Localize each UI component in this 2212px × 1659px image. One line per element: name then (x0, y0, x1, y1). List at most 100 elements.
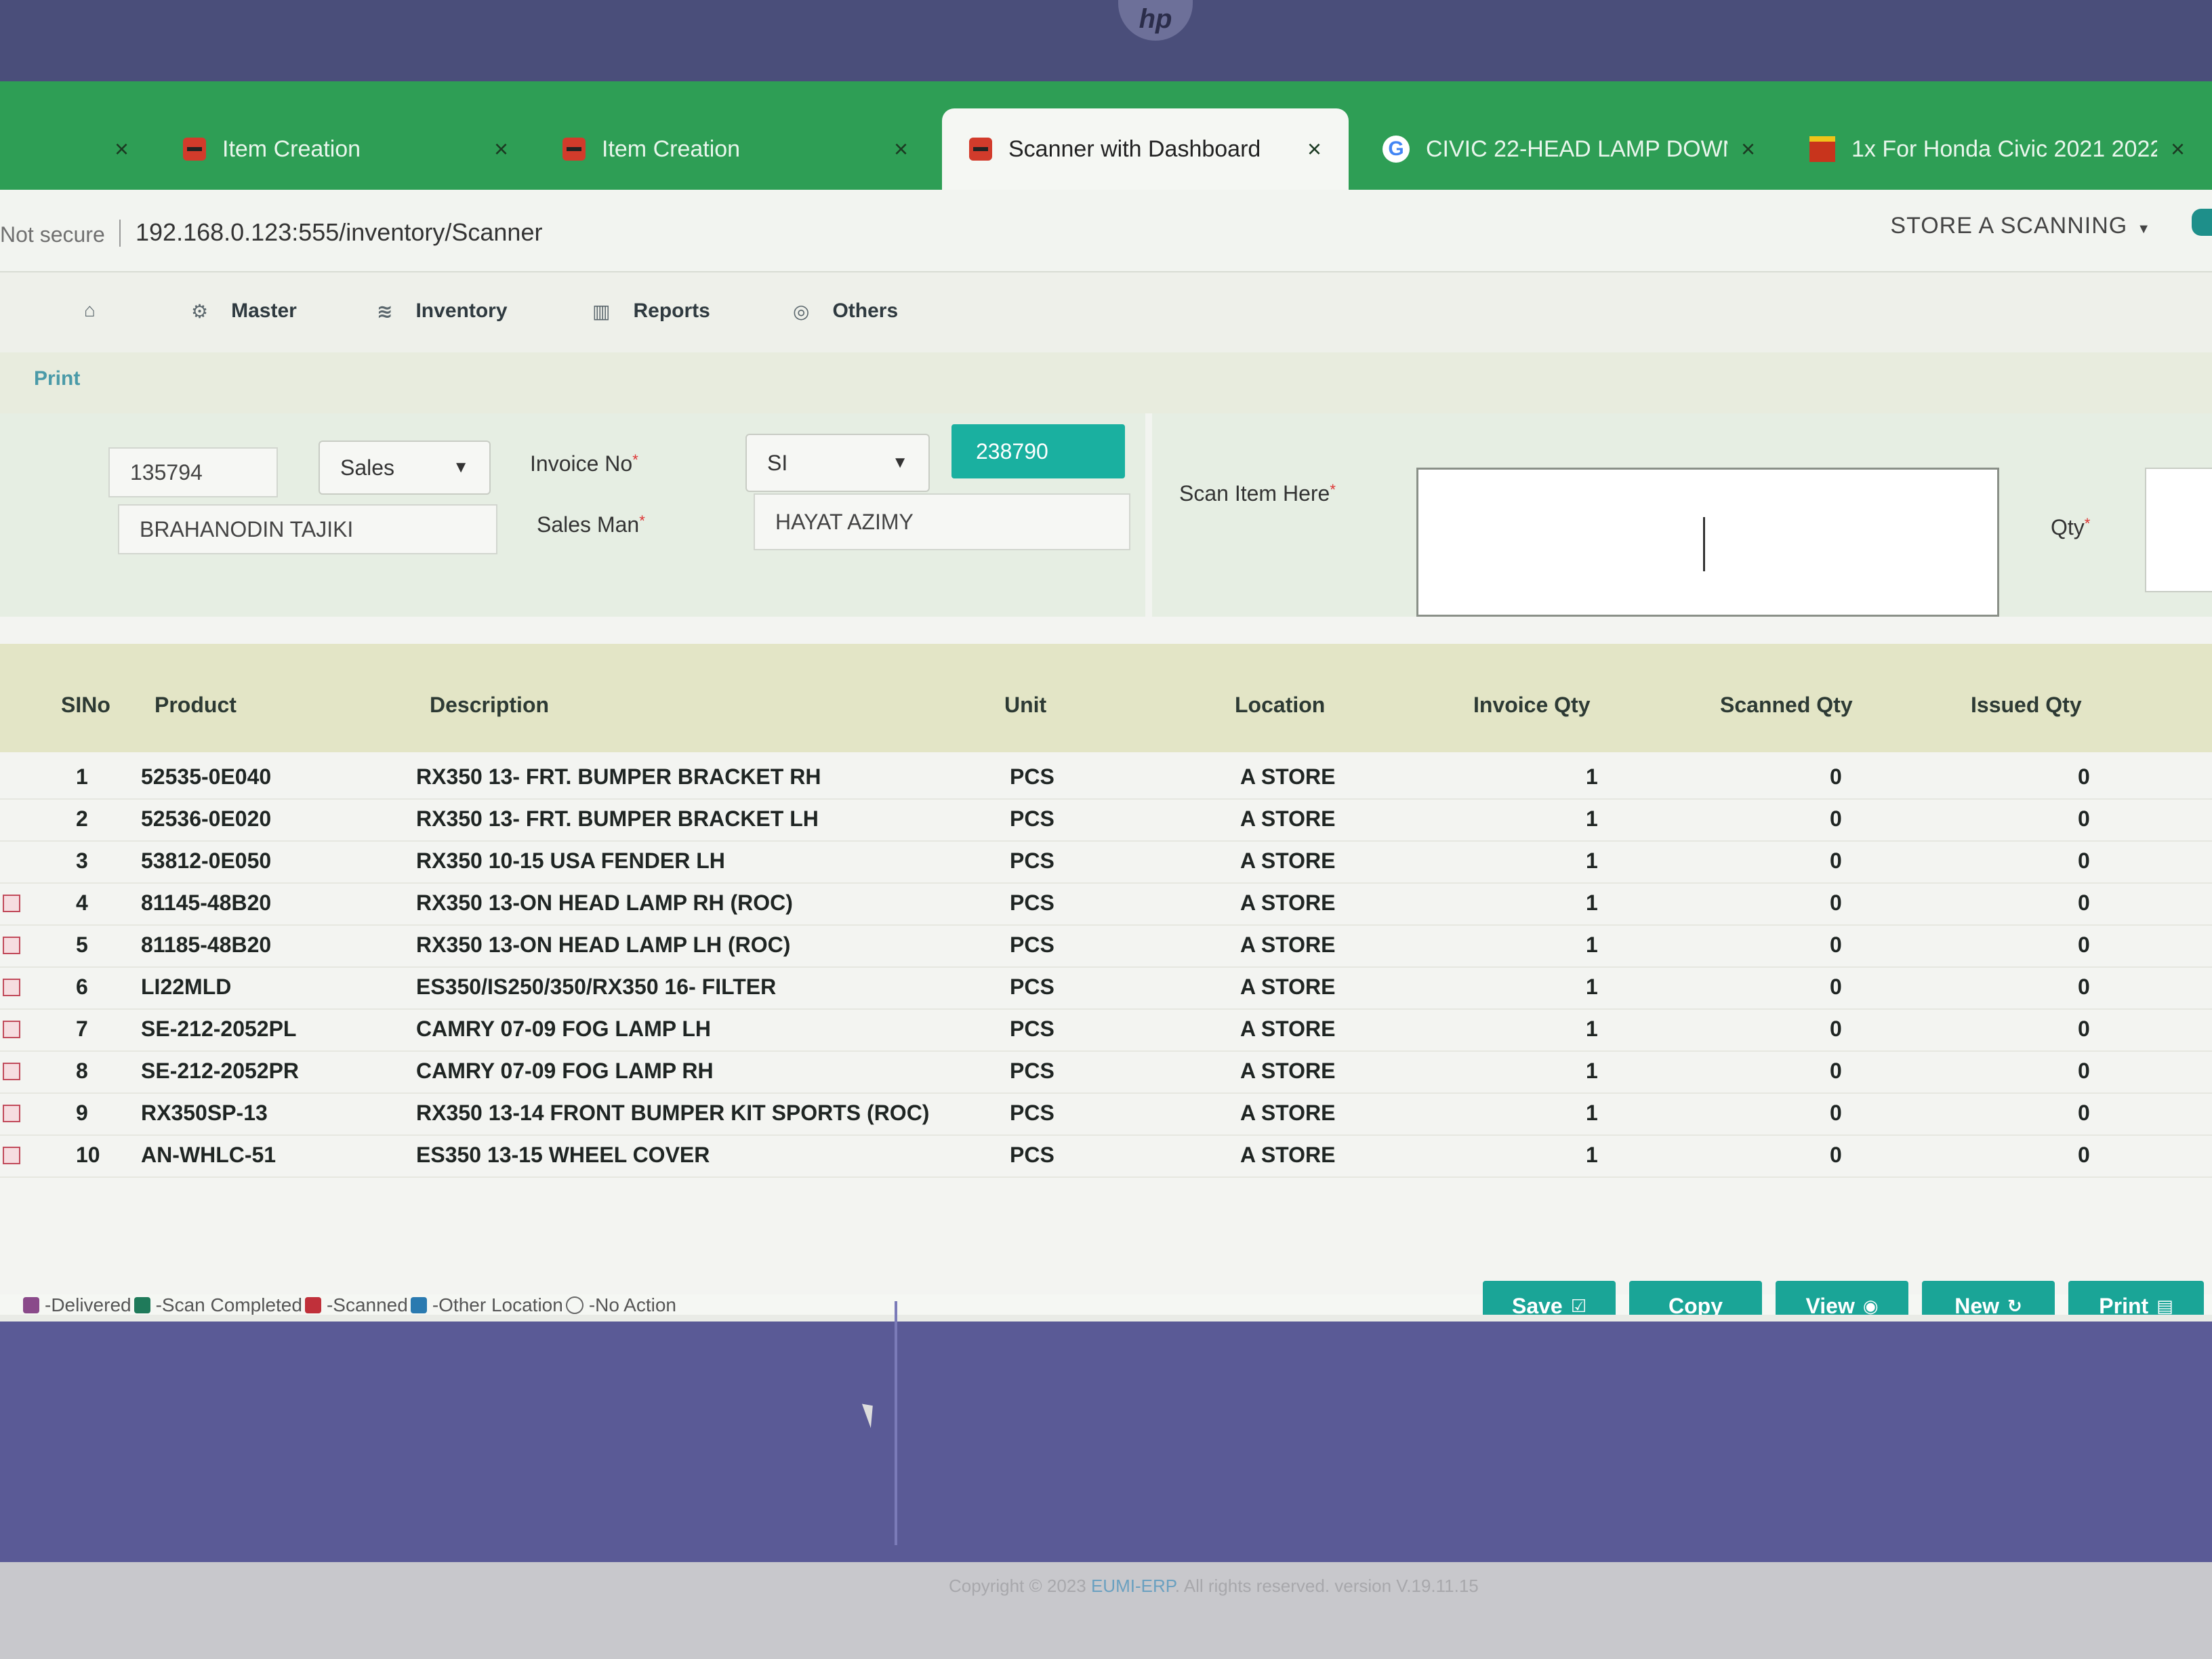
close-icon[interactable]: × (115, 135, 129, 163)
close-icon[interactable]: × (2171, 135, 2185, 163)
nav-reports-label: Reports (633, 300, 710, 322)
cell-description: RX350 13-ON HEAD LAMP LH (ROC) (416, 933, 791, 957)
app-favicon-icon (562, 138, 586, 161)
qty-input[interactable] (2145, 468, 2212, 592)
cell-scanned-qty: 0 (1830, 848, 1842, 873)
chevron-down-icon: ▼ (453, 458, 469, 476)
tab-label: Scanner with Dashboard (1008, 136, 1261, 162)
cell-sino: 7 (76, 1017, 88, 1041)
cell-sino: 9 (76, 1101, 88, 1125)
scan-item-input[interactable] (1416, 468, 1999, 617)
cell-sino: 8 (76, 1059, 88, 1083)
tab-item-creation-2[interactable]: Item Creation × (535, 108, 935, 190)
cell-invoice-qty: 1 (1586, 848, 1598, 873)
row-status-checkbox[interactable] (3, 979, 20, 996)
cell-description: CAMRY 07-09 FOG LAMP RH (416, 1059, 714, 1083)
cell-product: SE-212-2052PR (141, 1059, 300, 1083)
cell-product: 52535-0E040 (141, 764, 272, 789)
cell-invoice-qty: 1 (1586, 1101, 1598, 1125)
close-icon[interactable]: × (494, 135, 508, 163)
cell-product: 52536-0E020 (141, 806, 272, 831)
tab-item-creation-1[interactable]: Item Creation × (156, 108, 535, 190)
cell-location: A STORE (1240, 806, 1336, 831)
cell-scanned-qty: 0 (1830, 890, 1842, 915)
nav-inventory[interactable]: ≋ Inventory (377, 300, 508, 323)
refresh-icon: ↻ (2007, 1295, 2022, 1316)
tab-scanner-dashboard[interactable]: Scanner with Dashboard × (942, 108, 1349, 190)
row-divider (0, 1050, 2212, 1052)
nav-reports[interactable]: ▥ Reports (592, 300, 710, 323)
row-status-checkbox[interactable] (3, 937, 20, 954)
cell-unit: PCS (1010, 933, 1054, 957)
salesman-label: Sales Man* (537, 512, 645, 537)
close-icon[interactable]: × (1741, 135, 1755, 163)
nav-master[interactable]: ⚙ Master (191, 300, 297, 323)
cell-scanned-qty: 0 (1830, 975, 1842, 999)
close-icon[interactable]: × (894, 135, 908, 163)
google-icon: G (1382, 136, 1410, 163)
nav-others[interactable]: ◎ Others (793, 300, 898, 323)
cell-unit: PCS (1010, 1143, 1054, 1167)
row-status-checkbox[interactable] (3, 1147, 20, 1164)
cell-unit: PCS (1010, 1017, 1054, 1041)
row-divider (0, 924, 2212, 926)
row-status-checkbox[interactable] (3, 895, 20, 912)
row-divider (0, 1176, 2212, 1178)
home-icon: ⌂ (84, 300, 96, 321)
tab-honda-civic[interactable]: 1x For Honda Civic 2021 2022 × (1782, 108, 2212, 190)
delivered-swatch (23, 1297, 39, 1313)
cell-product: AN-WHLC-51 (141, 1143, 276, 1167)
invoice-number-field[interactable]: 238790 (951, 424, 1125, 478)
url-field[interactable]: 192.168.0.123:555/inventory/Scanner (136, 218, 542, 247)
chevron-down-icon: ▼ (2137, 222, 2151, 237)
shop-favicon-icon (1809, 136, 1835, 162)
chevron-down-icon: ▼ (892, 453, 908, 472)
cell-product: 53812-0E050 (141, 848, 272, 873)
printer-icon: ▤ (2156, 1295, 2173, 1316)
address-separator (119, 220, 121, 247)
row-status-checkbox[interactable] (3, 1063, 20, 1080)
cell-description: RX350 13-14 FRONT BUMPER KIT SPORTS (ROC… (416, 1101, 930, 1125)
cell-invoice-qty: 1 (1586, 933, 1598, 957)
invoice-prefix-value: SI (767, 450, 788, 475)
cell-unit: PCS (1010, 975, 1054, 999)
row-status-checkbox[interactable] (3, 1021, 20, 1038)
cell-sino: 2 (76, 806, 88, 831)
cell-issued-qty: 0 (2078, 975, 2090, 999)
app-favicon-icon (969, 138, 992, 161)
tab-civic-head-lamp[interactable]: G CIVIC 22-HEAD LAMP DOWN ! × (1355, 108, 1782, 190)
cell-scanned-qty: 0 (1830, 806, 1842, 831)
nav-inventory-label: Inventory (415, 300, 508, 322)
cell-scanned-qty: 0 (1830, 764, 1842, 789)
tab-0[interactable]: × (0, 108, 156, 190)
cell-description: RX350 13- FRT. BUMPER BRACKET LH (416, 806, 819, 831)
cell-location: A STORE (1240, 1059, 1336, 1083)
store-selector[interactable]: STORE A SCANNING ▼ (1890, 213, 2151, 239)
legend-other-location: -Other Location (432, 1294, 563, 1315)
close-icon[interactable]: × (1307, 135, 1322, 163)
print-link[interactable]: Print (34, 367, 80, 390)
page-footer: Copyright © 2023 EUMI-ERP. All rights re… (0, 1562, 2212, 1659)
salesman-field[interactable]: HAYAT AZIMY (754, 493, 1130, 550)
cell-location: A STORE (1240, 933, 1336, 957)
cell-location: A STORE (1240, 975, 1336, 999)
globe-icon: ◎ (793, 300, 810, 322)
cell-issued-qty: 0 (2078, 1059, 2090, 1083)
copyright-brand[interactable]: EUMI-ERP (1091, 1576, 1175, 1596)
scan-item-label-text: Scan Item Here (1179, 481, 1330, 506)
legend-scan-completed: -Scan Completed (155, 1294, 302, 1315)
cell-location: A STORE (1240, 764, 1336, 789)
doc-type-select[interactable]: Sales ▼ (319, 441, 491, 495)
customer-name-field[interactable]: BRAHANODIN TAJIKI (118, 504, 497, 554)
cell-issued-qty: 0 (2078, 806, 2090, 831)
invoice-prefix-select[interactable]: SI ▼ (745, 434, 930, 492)
col-description: Description (430, 693, 550, 717)
customer-code-field[interactable]: 135794 (108, 447, 278, 497)
main-nav: ⌂ ⚙ Master ≋ Inventory ▥ Reports ◎ Other… (0, 272, 2212, 354)
cell-sino: 5 (76, 933, 88, 957)
cell-sino: 10 (76, 1143, 100, 1167)
notification-icon[interactable] (2192, 209, 2212, 236)
row-status-checkbox[interactable] (3, 1105, 20, 1122)
nav-home[interactable]: ⌂ (84, 300, 119, 321)
security-indicator[interactable]: Not secure (0, 222, 105, 247)
